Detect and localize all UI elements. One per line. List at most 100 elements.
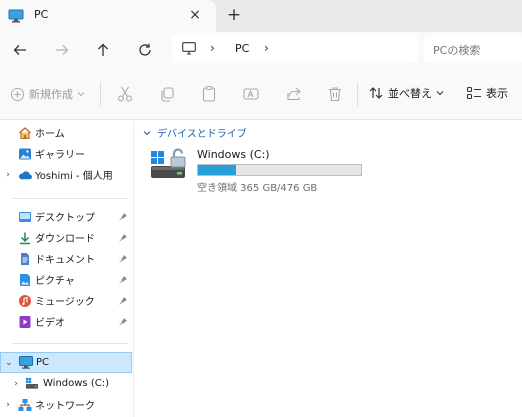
- sort-button-label: 並べ替え: [388, 87, 432, 100]
- drive-item-c[interactable]: Windows (C:) 空き領域 365 GB/476 GB: [149, 145, 369, 194]
- sidebar-item-windows-c[interactable]: › Windows (C:): [0, 373, 132, 394]
- chevron-right-icon[interactable]: ›: [210, 41, 215, 55]
- arrow-left-icon: [13, 45, 26, 55]
- pin-icon[interactable]: [118, 296, 128, 306]
- cut-button[interactable]: [116, 85, 134, 103]
- content-pane: デバイスとドライブ Windows (C:) 空き領域 365 GB/476 G…: [135, 121, 522, 417]
- music-icon: [18, 294, 32, 308]
- refresh-icon: [139, 43, 151, 56]
- gallery-icon: [18, 147, 32, 161]
- breadcrumb-pc[interactable]: PC: [235, 42, 249, 55]
- drive-usage-fill: [198, 165, 236, 175]
- divider: [12, 198, 128, 199]
- chevron-down-icon: [77, 92, 85, 97]
- sidebar-item-downloads[interactable]: ダウンロード: [0, 227, 132, 248]
- back-button[interactable]: [8, 38, 32, 62]
- up-button[interactable]: [91, 38, 115, 62]
- plus-circle-icon: [10, 87, 25, 101]
- forward-button[interactable]: [50, 38, 74, 62]
- sidebar-item-label: ビデオ: [35, 318, 65, 329]
- share-icon: [287, 87, 301, 101]
- sidebar-item-label: ギャラリー: [35, 150, 85, 161]
- sidebar-item-label: ネットワーク: [35, 401, 95, 412]
- sidebar-item-desktop[interactable]: デスクトップ: [0, 206, 132, 227]
- pc-icon: [19, 356, 33, 370]
- sidebar-item-label: PC: [36, 357, 50, 368]
- arrow-up-icon: [98, 43, 108, 56]
- chevron-right-icon[interactable]: ›: [11, 379, 21, 389]
- chevron-right-icon[interactable]: ›: [3, 170, 13, 180]
- pin-icon[interactable]: [118, 254, 128, 264]
- chevron-right-icon[interactable]: ›: [264, 41, 269, 55]
- sidebar-item-pc[interactable]: ⌄ PC: [0, 352, 132, 373]
- pin-icon[interactable]: [118, 275, 128, 285]
- drive-icon: [25, 377, 39, 391]
- sidebar-item-documents[interactable]: ドキュメント: [0, 248, 132, 269]
- drive-icon: [151, 148, 186, 178]
- command-bar: 新規作成 並べ替え 表示: [0, 68, 522, 120]
- network-icon: [18, 398, 32, 412]
- pictures-icon: [18, 273, 32, 287]
- sidebar-item-label: ミュージック: [35, 297, 95, 308]
- chevron-down-icon[interactable]: ⌄: [4, 358, 14, 368]
- tab-close-icon[interactable]: ×: [186, 6, 204, 24]
- navigation-bar: › PC › PCの検索: [0, 32, 522, 68]
- divider: [357, 82, 358, 106]
- divider: [12, 343, 128, 344]
- sidebar-item-label: ダウンロード: [35, 234, 95, 245]
- navigation-pane: ホーム ギャラリー › Yoshimi - 個人用 デスクトップ ダウンロード …: [0, 121, 134, 417]
- new-tab-icon[interactable]: +: [224, 5, 244, 25]
- sidebar-item-network[interactable]: › ネットワーク: [0, 394, 132, 415]
- drive-usage-bar: [197, 164, 362, 176]
- tab-bar: PC × +: [0, 0, 522, 32]
- sidebar-item-gallery[interactable]: ギャラリー: [0, 143, 132, 164]
- view-button[interactable]: 表示: [466, 85, 508, 101]
- pin-icon[interactable]: [118, 212, 128, 222]
- trash-icon: [329, 87, 341, 102]
- new-button[interactable]: 新規作成: [10, 86, 85, 102]
- copy-button[interactable]: [158, 85, 176, 103]
- chevron-down-icon: [143, 130, 151, 135]
- sidebar-item-label: ピクチャ: [35, 276, 75, 287]
- sidebar-item-label: ドキュメント: [35, 255, 95, 266]
- clipboard-icon: [202, 85, 216, 102]
- monitor-icon: [182, 42, 196, 55]
- view-list-icon: [466, 86, 481, 100]
- search-placeholder: PCの検索: [433, 44, 481, 57]
- sort-arrows-icon: [369, 87, 383, 99]
- download-icon: [18, 231, 32, 245]
- pin-icon[interactable]: [118, 233, 128, 243]
- pin-icon[interactable]: [118, 317, 128, 327]
- drive-free-space: 空き領域 365 GB/476 GB: [197, 183, 318, 194]
- rename-icon: [243, 88, 259, 100]
- paste-button[interactable]: [200, 85, 218, 103]
- sort-button[interactable]: 並べ替え: [368, 85, 444, 101]
- sidebar-item-home[interactable]: ホーム: [0, 122, 132, 143]
- delete-button[interactable]: [326, 85, 344, 103]
- tab-pc[interactable]: PC ×: [0, 0, 216, 32]
- view-button-label: 表示: [486, 87, 508, 100]
- scissors-icon: [118, 86, 132, 102]
- tab-title: PC: [34, 8, 49, 21]
- sidebar-item-label: Yoshimi - 個人用: [35, 171, 113, 182]
- copy-icon: [161, 87, 174, 102]
- sidebar-item-onedrive[interactable]: › Yoshimi - 個人用: [0, 164, 132, 185]
- search-input[interactable]: PCの検索: [424, 35, 522, 63]
- onedrive-cloud-icon: [18, 168, 32, 182]
- share-button[interactable]: [284, 85, 302, 103]
- group-header-devices[interactable]: デバイスとドライブ: [143, 125, 247, 140]
- sidebar-item-music[interactable]: ミュージック: [0, 290, 132, 311]
- pc-icon: [8, 9, 24, 23]
- arrow-right-icon: [56, 45, 69, 55]
- document-icon: [18, 252, 32, 266]
- drive-name: Windows (C:): [197, 148, 270, 161]
- address-bar[interactable]: › PC ›: [172, 35, 418, 63]
- video-icon: [18, 315, 32, 329]
- sidebar-item-videos[interactable]: ビデオ: [0, 311, 132, 332]
- sidebar-item-pictures[interactable]: ピクチャ: [0, 269, 132, 290]
- sidebar-item-label: デスクトップ: [35, 213, 95, 224]
- refresh-button[interactable]: [133, 38, 157, 62]
- rename-button[interactable]: [242, 85, 260, 103]
- sidebar-item-label: ホーム: [35, 129, 65, 140]
- chevron-right-icon[interactable]: ›: [3, 400, 13, 410]
